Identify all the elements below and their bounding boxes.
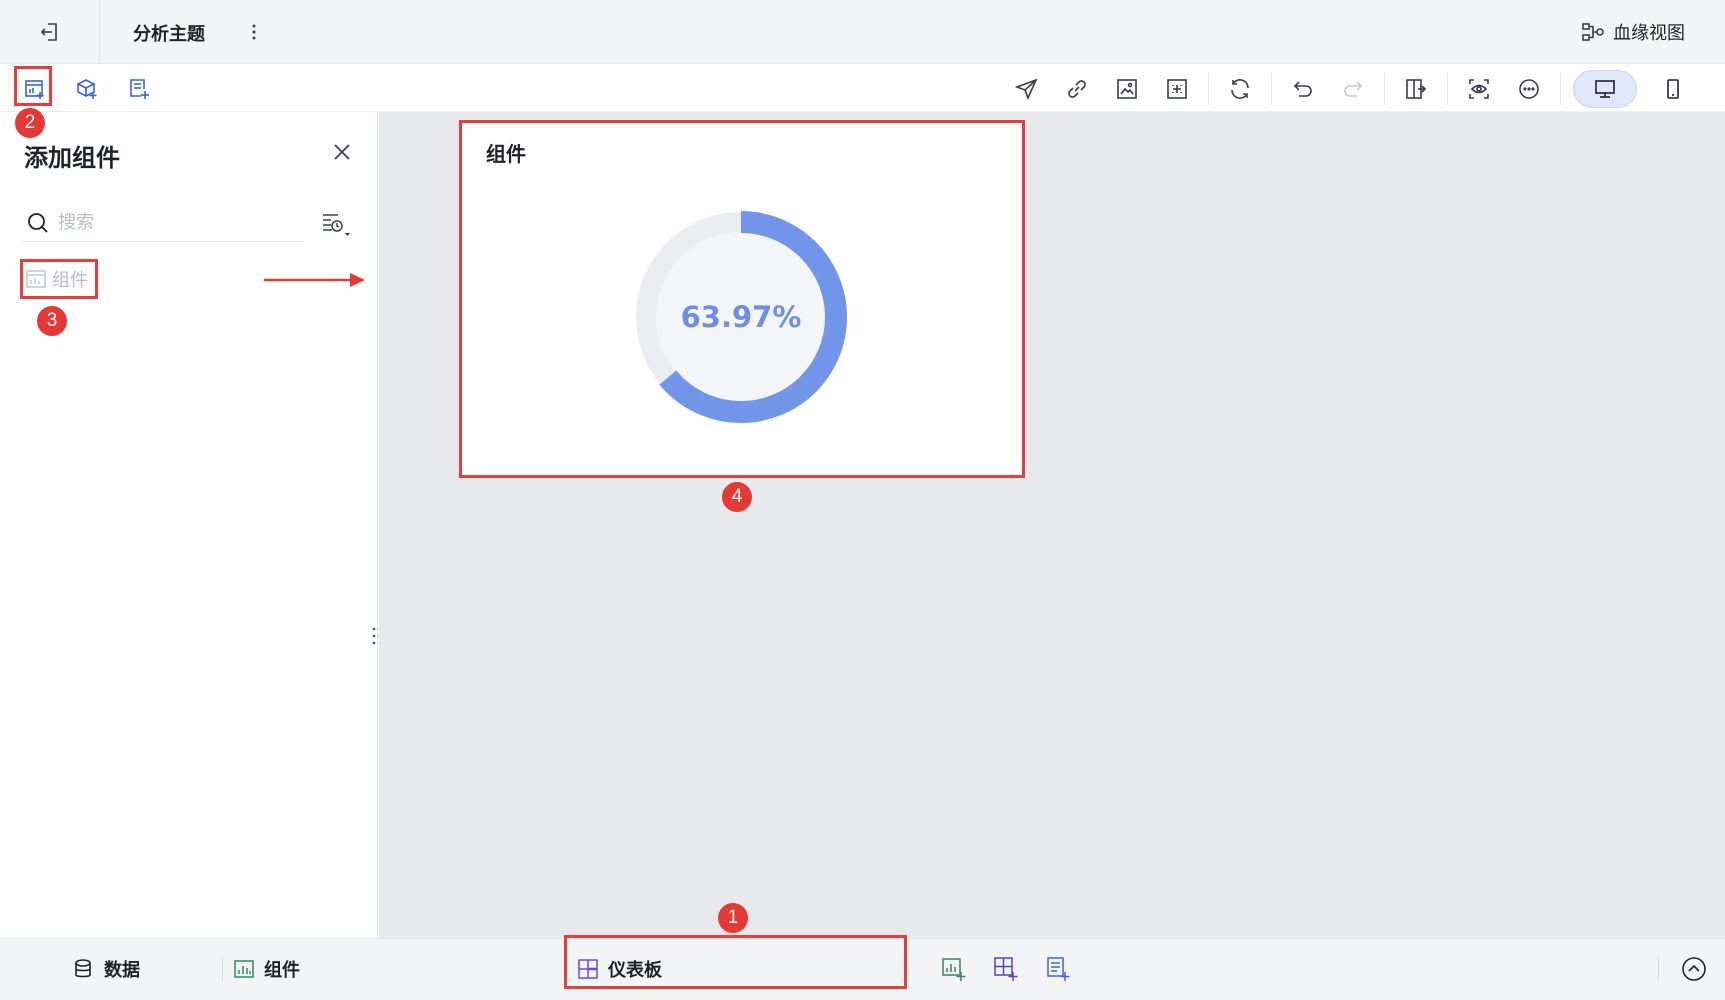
- component-list-item[interactable]: 组件: [22, 260, 92, 298]
- toolbar-separator: [1384, 73, 1385, 105]
- database-icon: [75, 959, 91, 978]
- toolbar-separator: [1560, 73, 1561, 105]
- editor-toolbar: [0, 64, 1725, 112]
- tab-component[interactable]: 组件: [234, 949, 300, 989]
- send-button[interactable]: [1010, 72, 1044, 106]
- lineage-icon: [1582, 23, 1604, 41]
- image-export-button[interactable]: [1110, 72, 1144, 106]
- search-icon: [28, 212, 48, 233]
- search-icon-container: [22, 207, 54, 239]
- annotation-badge-1: 1: [718, 903, 748, 933]
- fit-screen-button[interactable]: [1160, 72, 1194, 106]
- add-model-icon: [77, 79, 97, 99]
- send-icon: [1015, 78, 1038, 101]
- mobile-icon: [1667, 79, 1679, 99]
- link-button[interactable]: [1060, 72, 1094, 106]
- lineage-view-button[interactable]: 血缘视图: [1581, 18, 1685, 46]
- mobile-view-button[interactable]: [1641, 70, 1705, 108]
- header-divider: [99, 0, 100, 64]
- add-report-button[interactable]: [122, 72, 156, 106]
- search-input[interactable]: [58, 212, 298, 233]
- annotation-badge-4: 4: [722, 482, 752, 512]
- toolbar-separator: [1447, 73, 1448, 105]
- exit-icon: [40, 23, 57, 41]
- preview-button[interactable]: [1462, 72, 1496, 106]
- expand-tabs-button[interactable]: [1676, 951, 1712, 987]
- preview-icon: [1469, 79, 1489, 99]
- annotation-badge-3: 3: [37, 306, 67, 336]
- tab-dashboard[interactable]: 仪表板: [566, 949, 906, 989]
- ring-gauge: 63.97%: [635, 211, 847, 423]
- add-component-tab-icon: [942, 958, 966, 981]
- chevron-up-circle-icon: [1682, 957, 1706, 981]
- add-report-icon: [130, 79, 149, 99]
- annotation-arrow: [264, 273, 365, 287]
- device-toggle: [1573, 70, 1705, 108]
- more-options-button[interactable]: [1512, 72, 1546, 106]
- add-component-icon: [25, 80, 44, 99]
- gauge-widget[interactable]: 组件 63.97%: [461, 122, 1023, 476]
- fit-screen-icon: [1167, 79, 1187, 99]
- more-vertical-icon: [252, 24, 256, 40]
- exit-button[interactable]: [36, 18, 64, 46]
- add-component-button[interactable]: [18, 72, 52, 106]
- redo-icon: [1344, 81, 1363, 97]
- desktop-view-button[interactable]: [1573, 70, 1637, 108]
- image-export-icon: [1117, 79, 1137, 99]
- refresh-button[interactable]: [1223, 72, 1257, 106]
- switch-layout-icon: [1406, 79, 1427, 99]
- link-icon: [1068, 80, 1086, 98]
- chart-component-icon: [26, 270, 46, 288]
- add-report-tab-button[interactable]: [1040, 949, 1076, 989]
- refresh-icon: [1231, 79, 1249, 99]
- lineage-label: 血缘视图: [1613, 23, 1685, 44]
- add-component-tab-button[interactable]: [936, 949, 972, 989]
- chart-tab-icon: [234, 960, 254, 978]
- more-horizontal-icon: [1519, 79, 1539, 99]
- page-title: 分析主题: [133, 24, 205, 45]
- add-dashboard-tab-icon: [994, 957, 1018, 981]
- add-component-panel: 添加组件 组件: [0, 112, 382, 938]
- title-more-button[interactable]: [244, 20, 264, 44]
- tab-component-label: 组件: [264, 960, 300, 981]
- tab-data-label: 数据: [104, 960, 140, 981]
- undo-button[interactable]: [1286, 72, 1320, 106]
- search-box: [22, 204, 304, 242]
- add-dashboard-tab-button[interactable]: [988, 949, 1024, 989]
- close-icon: [334, 144, 350, 160]
- panel-title: 添加组件: [24, 144, 120, 172]
- widget-title: 组件: [486, 142, 526, 166]
- add-model-button[interactable]: [70, 72, 104, 106]
- toolbar-separator: [1208, 73, 1209, 105]
- bottom-tab-bar: 数据 组件 仪表板: [0, 938, 1725, 1000]
- tab-separator: [1658, 957, 1659, 981]
- switch-layout-button[interactable]: [1399, 72, 1433, 106]
- tab-separator: [222, 957, 223, 981]
- panel-close-button[interactable]: [328, 138, 356, 166]
- desktop-icon: [1595, 80, 1615, 98]
- redo-button[interactable]: [1336, 72, 1370, 106]
- sort-filter-button[interactable]: [316, 208, 356, 242]
- tab-dashboard-label: 仪表板: [608, 960, 662, 981]
- annotation-badge-2: 2: [15, 108, 45, 138]
- component-item-label: 组件: [52, 270, 88, 291]
- sort-filter-icon: [323, 214, 350, 236]
- gauge-value-label: 63.97%: [680, 300, 802, 334]
- add-report-tab-icon: [1047, 957, 1070, 981]
- dashboard-icon: [578, 959, 598, 979]
- tab-data[interactable]: 数据: [72, 949, 140, 989]
- toolbar-separator: [1271, 73, 1272, 105]
- top-header: 分析主题 血缘视图: [0, 0, 1725, 64]
- undo-icon: [1293, 81, 1312, 97]
